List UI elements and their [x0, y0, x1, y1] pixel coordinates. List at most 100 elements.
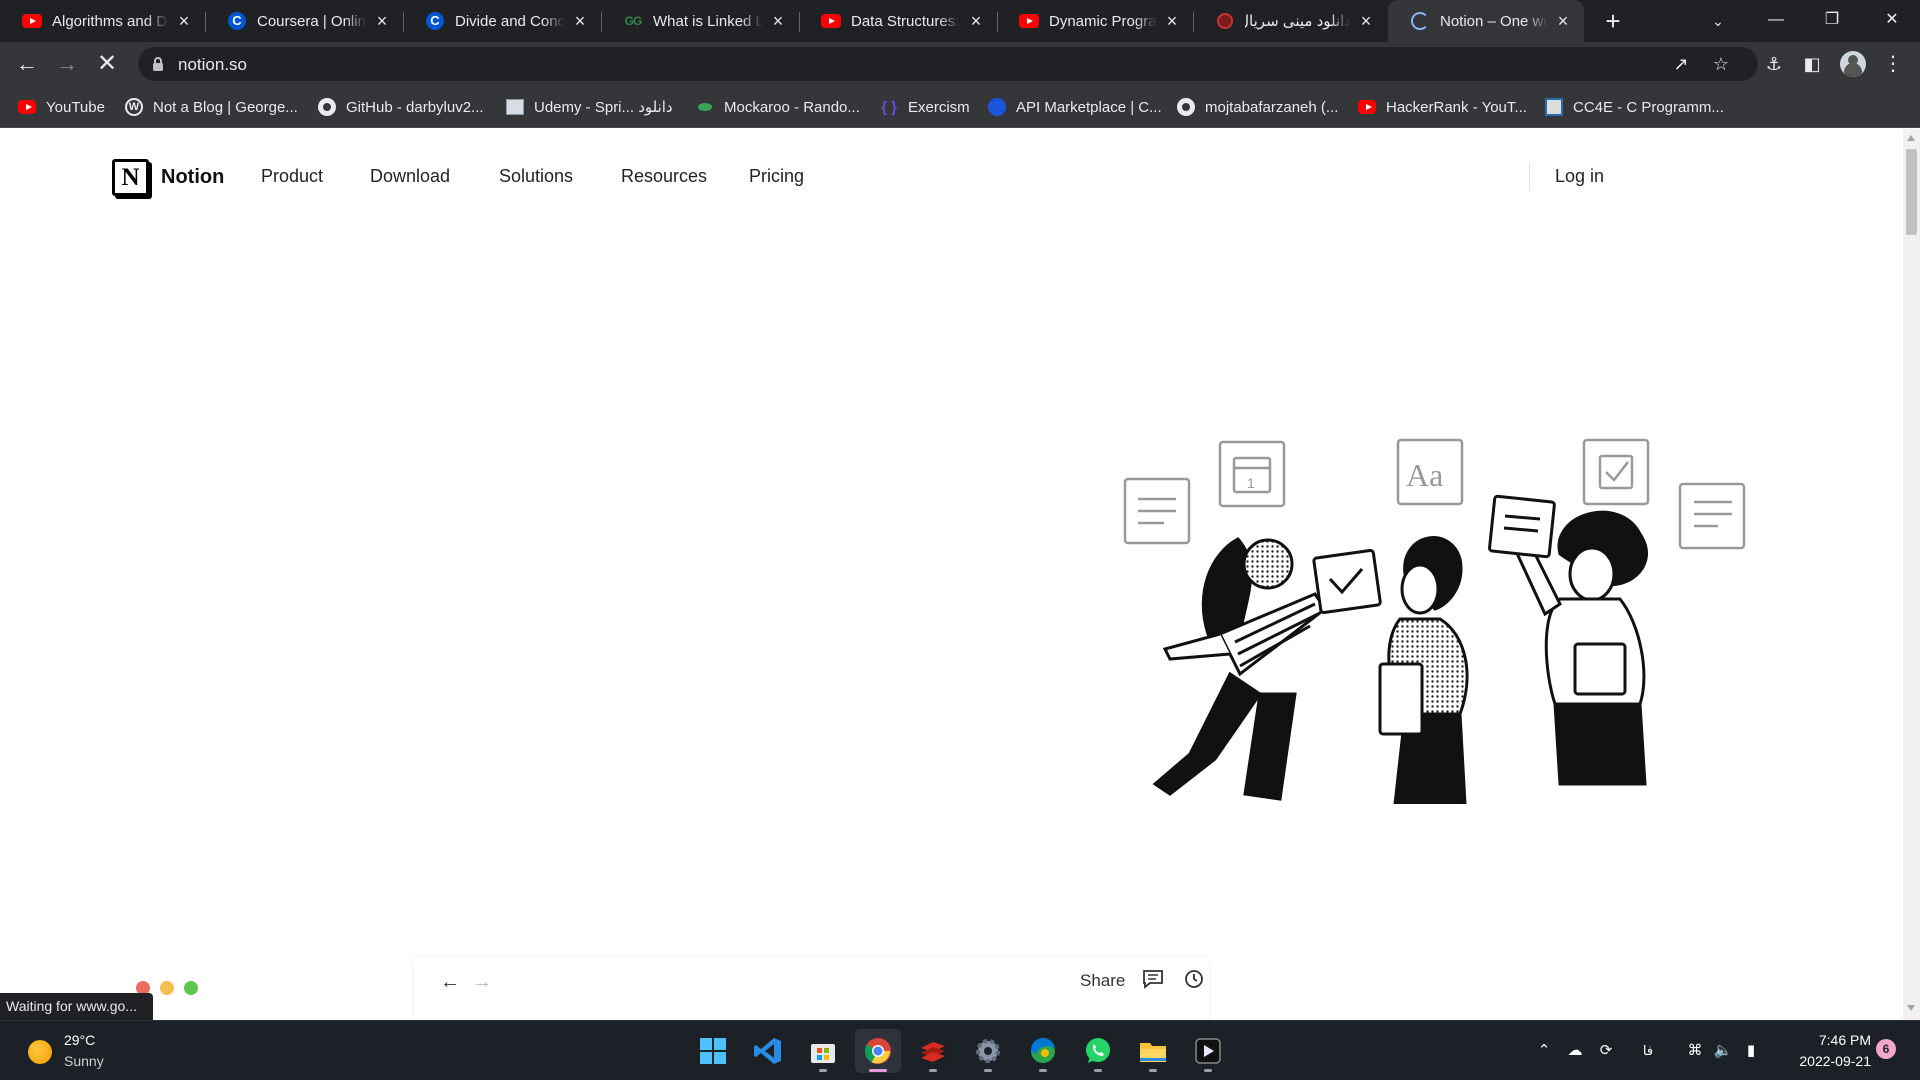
tray-chevron-up-icon[interactable]: ⌃: [1532, 1039, 1556, 1063]
file-explorer-app[interactable]: [1130, 1029, 1176, 1073]
mac-minimize-dot: [160, 981, 174, 995]
redis-app[interactable]: [910, 1029, 956, 1073]
preview-forward-arrow-icon[interactable]: →: [472, 971, 492, 994]
api-icon: [988, 98, 1006, 116]
folder-icon: [1140, 1043, 1166, 1062]
close-icon[interactable]: ×: [175, 12, 193, 30]
menu-kebab-icon[interactable]: ⋮: [1876, 47, 1910, 81]
nav-download[interactable]: Download: [370, 166, 450, 187]
stop-loading-icon[interactable]: ✕: [90, 47, 124, 81]
close-icon[interactable]: ×: [571, 12, 589, 30]
bookmark-github-darbyluv[interactable]: GitHub - darbyluv2...: [318, 96, 484, 118]
windows-taskbar: 29°C Sunny ⌃ ☁ ⟳ فا ⌘ 🔈 ▮ 7:46 PM 2022-0…: [0, 1020, 1920, 1080]
clock-date[interactable]: 2022-09-21: [1785, 1053, 1871, 1069]
share-icon[interactable]: ↗: [1668, 51, 1694, 77]
login-link[interactable]: Log in: [1555, 166, 1604, 187]
media-player-app[interactable]: [1185, 1029, 1231, 1073]
tab-linked-list[interactable]: GG What is Linked List ×: [601, 0, 799, 42]
minimize-icon[interactable]: —: [1748, 0, 1804, 40]
settings-app[interactable]: [965, 1029, 1011, 1073]
forward-arrow-icon[interactable]: →: [50, 47, 84, 81]
bookmark-udemy[interactable]: Udemy - Spri... دانلود: [506, 96, 673, 118]
bookmark-cc4e[interactable]: CC4E - C Programm...: [1545, 96, 1724, 118]
nav-solutions[interactable]: Solutions: [499, 166, 573, 187]
preview-back-arrow-icon[interactable]: ←: [440, 971, 460, 994]
notification-badge[interactable]: 6: [1876, 1039, 1896, 1059]
floating-cards: 1 Aa: [1123, 438, 1746, 550]
app-indicator: [1094, 1069, 1102, 1072]
close-icon[interactable]: ×: [1554, 12, 1572, 30]
sun-icon[interactable]: [28, 1040, 52, 1064]
notion-logo[interactable]: N Notion: [112, 159, 224, 196]
scroll-down-arrow-icon[interactable]: [1907, 1005, 1915, 1011]
bookmark-hackerrank[interactable]: HackerRank - YouT...: [1358, 96, 1527, 118]
onedrive-cloud-icon[interactable]: ☁: [1563, 1039, 1587, 1063]
extensions-puzzle-icon[interactable]: ⚓: [1757, 47, 1791, 81]
close-icon[interactable]: ×: [1357, 12, 1375, 30]
url-text[interactable]: notion.so: [178, 55, 247, 75]
close-icon[interactable]: ×: [1163, 12, 1181, 30]
start-button[interactable]: [690, 1029, 736, 1073]
sync-icon[interactable]: ⟳: [1594, 1039, 1618, 1063]
store-icon: [811, 1044, 835, 1063]
page-scrollbar[interactable]: [1903, 129, 1920, 1020]
weather-temperature[interactable]: 29°C: [64, 1032, 95, 1048]
tab-coursera[interactable]: C Coursera | Online Courses ×: [205, 0, 403, 42]
comment-icon[interactable]: [1142, 969, 1164, 989]
bookmark-star-icon[interactable]: ☆: [1708, 51, 1734, 77]
tab-dynamic-programming[interactable]: Dynamic Programming ×: [997, 0, 1193, 42]
history-clock-icon[interactable]: [1184, 969, 1204, 989]
bookmark-youtube[interactable]: YouTube: [18, 96, 105, 118]
preview-share-button[interactable]: Share: [1080, 971, 1125, 991]
side-panel-icon[interactable]: ◧: [1795, 47, 1829, 81]
bookmarks-bar: YouTube W Not a Blog | George... GitHub …: [0, 86, 1920, 128]
nav-product[interactable]: Product: [261, 166, 323, 187]
bookmark-not-a-blog[interactable]: W Not a Blog | George...: [125, 96, 298, 118]
close-icon[interactable]: ×: [769, 12, 787, 30]
tab-mini-serial[interactable]: دانلود مینی سریال ×: [1193, 0, 1387, 42]
nav-pricing[interactable]: Pricing: [749, 166, 804, 187]
scroll-thumb[interactable]: [1906, 149, 1917, 235]
restore-icon[interactable]: ❐: [1804, 0, 1860, 40]
mockaroo-icon: [696, 98, 714, 116]
bookmark-label: Mockaroo - Rando...: [724, 98, 860, 116]
tab-divide-and-conquer[interactable]: C Divide and Conquer ×: [403, 0, 601, 42]
person-middle: [1378, 536, 1469, 804]
microsoft-store-app[interactable]: [800, 1029, 846, 1073]
mac-zoom-dot: [184, 981, 198, 995]
bookmark-api-marketplace[interactable]: API Marketplace | C...: [988, 96, 1162, 118]
tab-data-structures[interactable]: Data Structures: Easy ×: [799, 0, 997, 42]
window-close-icon[interactable]: ✕: [1864, 0, 1920, 40]
edge-canary-app[interactable]: [1020, 1029, 1066, 1073]
app-preview-toolbar: ← → Share: [414, 957, 1209, 1027]
address-bar[interactable]: notion.so ↗ ☆: [138, 47, 1758, 81]
tab-algorithms[interactable]: Algorithms and Data Structures ×: [0, 0, 205, 42]
whatsapp-app[interactable]: [1075, 1029, 1121, 1073]
tab-notion[interactable]: Notion – One workspace ×: [1388, 0, 1584, 42]
app-indicator: [819, 1069, 827, 1072]
volume-icon[interactable]: 🔈: [1711, 1039, 1735, 1063]
person-right: [1488, 494, 1648, 786]
clock-time[interactable]: 7:46 PM: [1805, 1032, 1871, 1048]
wifi-icon[interactable]: ⌘: [1683, 1039, 1707, 1063]
weather-condition[interactable]: Sunny: [64, 1053, 104, 1069]
back-arrow-icon[interactable]: ←: [10, 47, 44, 81]
close-icon[interactable]: ×: [373, 12, 391, 30]
bookmark-mojtabafarzaneh[interactable]: mojtabafarzaneh (...: [1177, 96, 1338, 118]
tab-title: Dynamic Programming: [1049, 12, 1157, 30]
close-icon[interactable]: ×: [967, 12, 985, 30]
scroll-up-arrow-icon[interactable]: [1907, 135, 1915, 141]
bookmark-exercism[interactable]: { } Exercism: [880, 96, 970, 118]
chrome-app[interactable]: [855, 1029, 901, 1073]
vscode-app[interactable]: [745, 1029, 791, 1073]
new-tab-button[interactable]: +: [1598, 6, 1628, 36]
nav-resources[interactable]: Resources: [621, 166, 707, 187]
udemy-icon: [506, 98, 524, 116]
language-indicator[interactable]: فا: [1636, 1039, 1660, 1063]
svg-text:1: 1: [1247, 475, 1255, 491]
bookmark-mockaroo[interactable]: Mockaroo - Rando...: [696, 96, 860, 118]
tab-search-chevron-icon[interactable]: ⌄: [1705, 8, 1731, 34]
tab-title: Notion – One workspace: [1440, 12, 1548, 30]
profile-avatar[interactable]: [1840, 51, 1866, 77]
battery-icon[interactable]: ▮: [1739, 1039, 1763, 1063]
